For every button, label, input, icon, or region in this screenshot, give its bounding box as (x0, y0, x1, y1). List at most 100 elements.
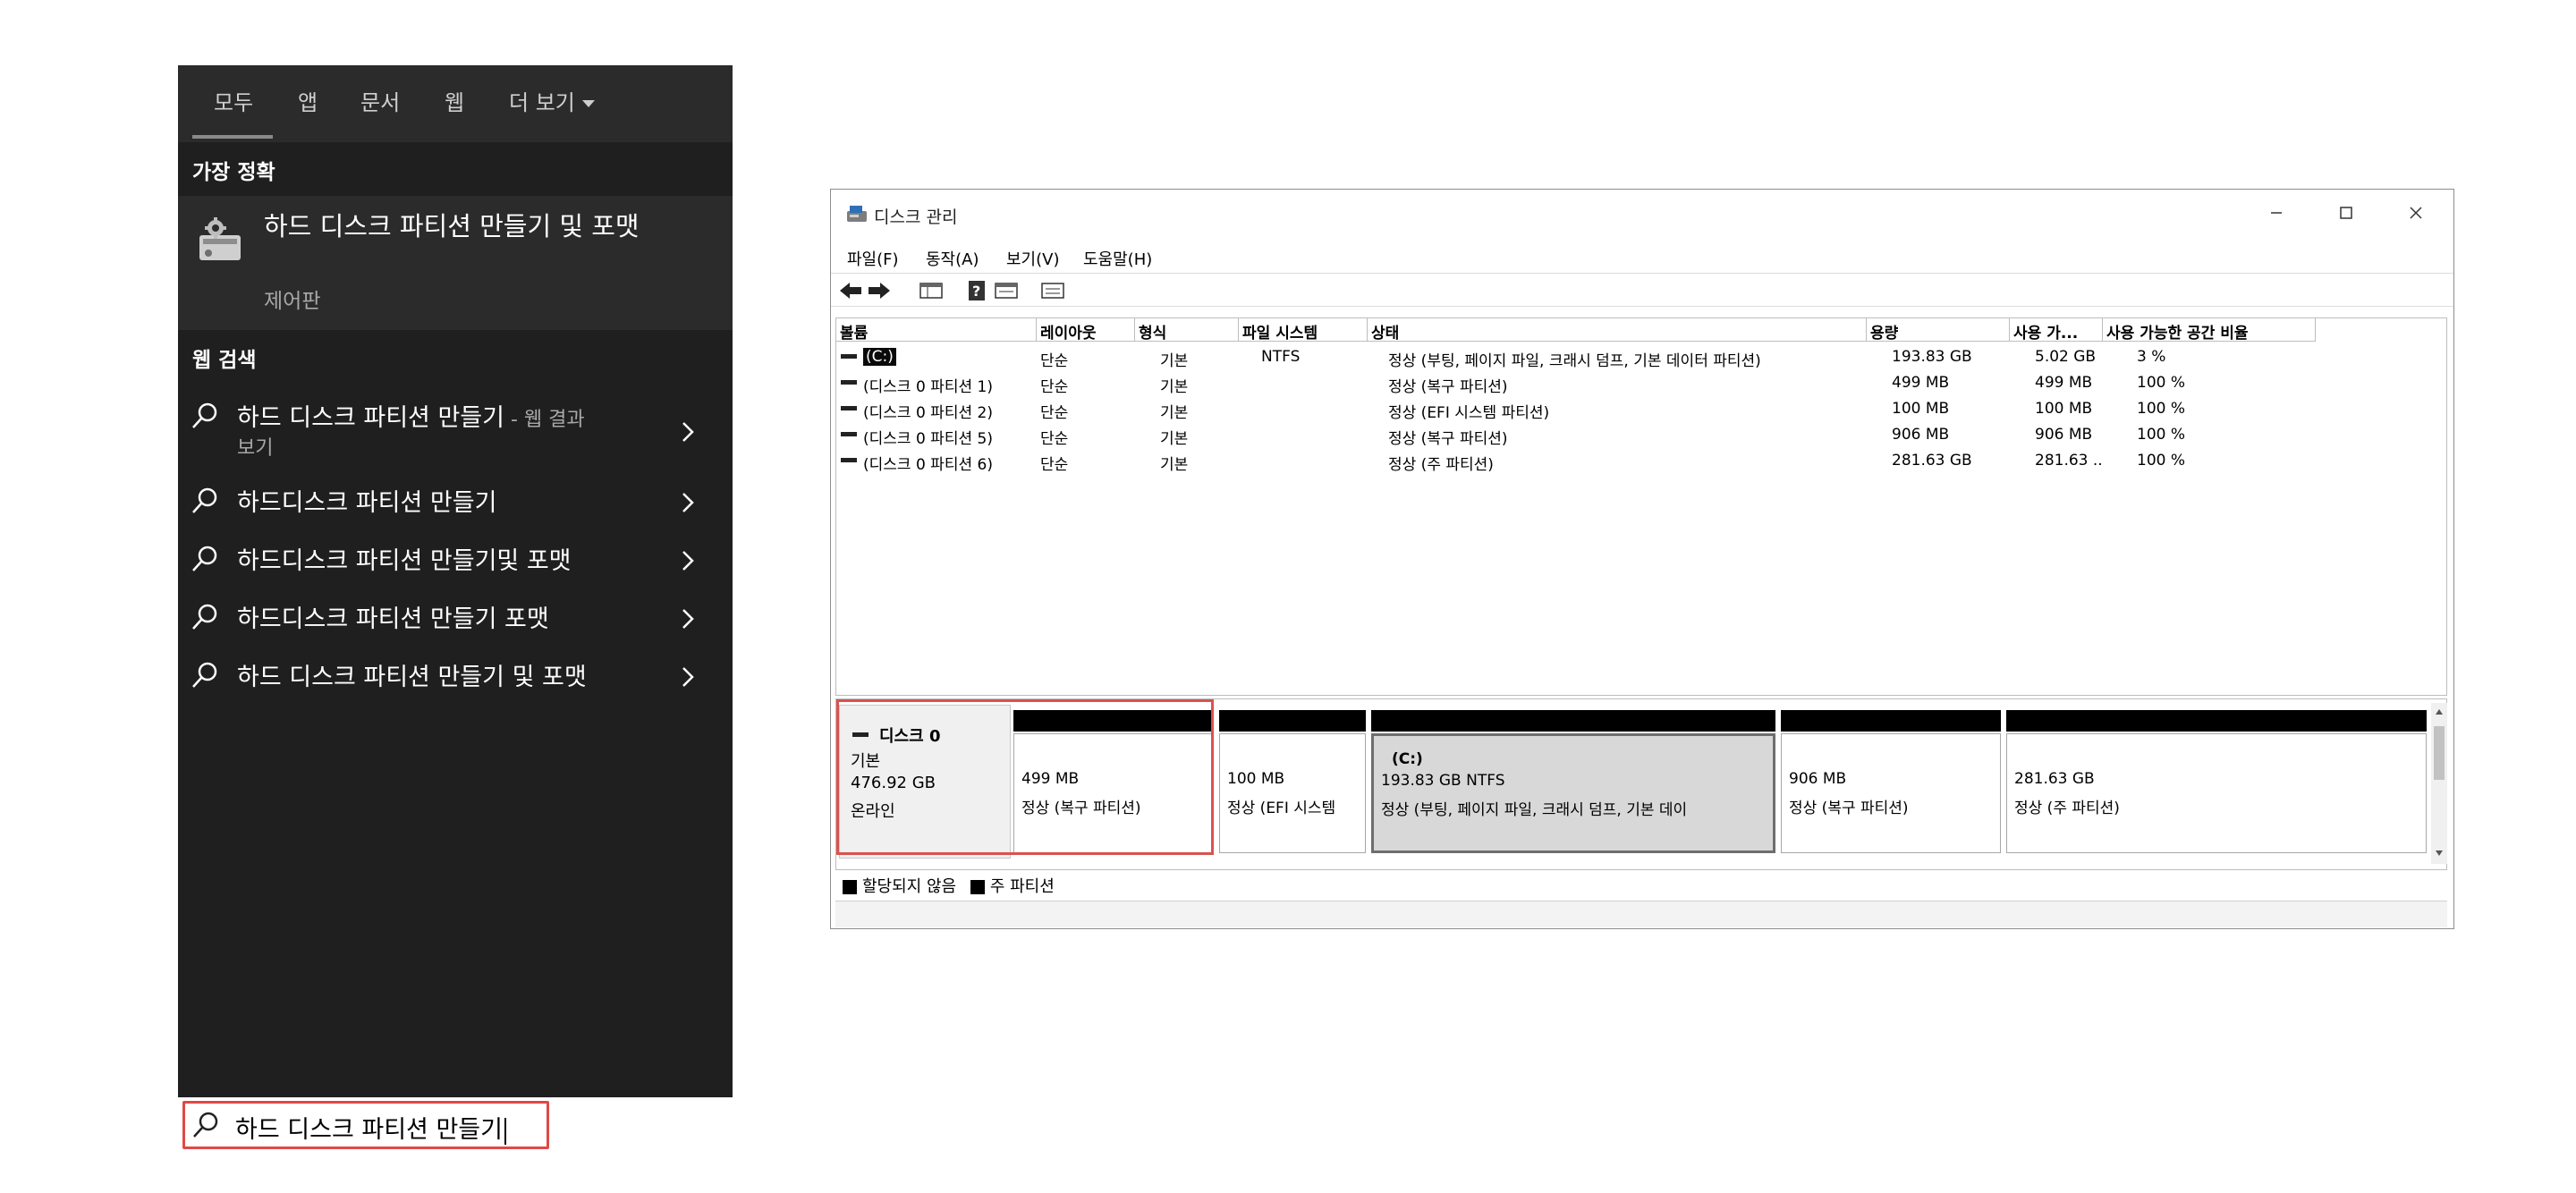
web-search-header: 웹 검색 (192, 349, 257, 372)
volume-free-space: 281.63 ... (2035, 452, 2101, 470)
scroll-up-icon[interactable] (2435, 708, 2444, 715)
search-icon (193, 1112, 218, 1138)
volume-row[interactable]: (디스크 0 파티션 6) 단순 기본 정상 (주 파티션) 281.63 GB… (836, 447, 2446, 474)
volume-percent-free: 3 % (2137, 348, 2166, 366)
minimize-icon[interactable] (2258, 197, 2294, 229)
web-result-suffix: - 웹 결과 (504, 409, 585, 431)
window-title: 디스크 관리 (874, 207, 958, 227)
disk-0-label[interactable]: 디스크 0 기본 476.92 GB 온라인 (839, 705, 1011, 859)
partition-c-drive[interactable]: (C:) 193.83 GB NTFS 정상 (부팅, 페이지 파일, 크래시 … (1371, 710, 1775, 853)
volume-percent-free: 100 % (2137, 452, 2186, 470)
partition-body: 499 MB 정상 (복구 파티션) (1013, 733, 1214, 853)
column-header-free-space[interactable]: 사용 가... (2010, 318, 2103, 342)
web-result-text: 하드 디스크 파티션 만들기 - 웹 결과 (237, 398, 585, 433)
partition-header-bar (2006, 710, 2427, 732)
volume-free-space: 100 MB (2035, 400, 2093, 418)
chevron-right-icon (682, 422, 694, 442)
menu-action[interactable]: 동작(A) (926, 247, 979, 270)
volume-icon (841, 354, 857, 359)
scroll-down-icon[interactable] (2435, 850, 2444, 857)
column-header-capacity[interactable]: 용량 (1867, 318, 2010, 342)
disk-management-icon (199, 217, 241, 260)
best-match-result[interactable]: 하드 디스크 파티션 만들기 및 포맷 제어판 (178, 196, 733, 330)
disk-state: 온라인 (851, 802, 895, 821)
volume-row[interactable]: (디스크 0 파티션 1) 단순 기본 정상 (복구 파티션) 499 MB 4… (836, 369, 2446, 396)
menu-help[interactable]: 도움말(H) (1083, 247, 1152, 270)
volume-free-space: 5.02 GB (2035, 348, 2097, 366)
title-bar[interactable]: 디스크 관리 (831, 190, 2453, 236)
tab-documents[interactable]: 문서 (360, 85, 400, 116)
partition-recovery-1[interactable]: 499 MB 정상 (복구 파티션) (1013, 710, 1214, 853)
web-result-3[interactable]: 하드디스크 파티션 만들기및 포맷 (178, 534, 733, 588)
partition-header-bar (1219, 710, 1366, 732)
column-header-percent-free[interactable]: 사용 가능한 공간 비율 (2103, 318, 2316, 342)
maximize-icon[interactable] (2328, 197, 2364, 229)
volume-filesystem: NTFS (1261, 348, 1301, 366)
column-header-layout[interactable]: 레이아웃 (1037, 318, 1135, 342)
web-result-2[interactable]: 하드디스크 파티션 만들기 (178, 476, 733, 529)
volume-row[interactable]: (C:) 단순 기본 NTFS 정상 (부팅, 페이지 파일, 크래시 덤프, … (836, 343, 2446, 370)
legend-swatch-primary (970, 880, 985, 894)
legend-items: 할당되지 않음 주 파티션 (843, 874, 1055, 897)
tab-web[interactable]: 웹 (445, 85, 464, 116)
menu-file[interactable]: 파일(F) (847, 247, 899, 270)
disk-type: 기본 (851, 752, 881, 771)
volume-capacity: 100 MB (1892, 400, 1950, 418)
column-header-filesystem[interactable]: 파일 시스템 (1239, 318, 1368, 342)
partition-status: 정상 (복구 파티션) (1789, 800, 1909, 817)
column-header-type[interactable]: 형식 (1135, 318, 1239, 342)
vertical-scrollbar[interactable] (2431, 703, 2447, 864)
partition-size: 100 MB (1227, 770, 1285, 788)
menu-view[interactable]: 보기(V) (1006, 247, 1059, 270)
volume-type: 기본 (1160, 430, 1189, 448)
chevron-down-icon (581, 100, 595, 107)
partition-recovery-5[interactable]: 906 MB 정상 (복구 파티션) (1781, 710, 2001, 853)
partition-header-bar (1371, 710, 1775, 732)
search-query-text: 하드 디스크 파티션 만들기 (235, 1110, 506, 1145)
web-result-1[interactable]: 하드 디스크 파티션 만들기 - 웹 결과 보기 (178, 391, 733, 460)
disk-size: 476.92 GB (851, 774, 936, 792)
show-hide-tree-icon[interactable] (919, 279, 944, 302)
volume-list: 볼륨 레이아웃 형식 파일 시스템 상태 용량 사용 가... 사용 가능한 공… (835, 317, 2447, 696)
svg-text:?: ? (972, 283, 980, 300)
partition-body: 100 MB 정상 (EFI 시스템 (1219, 733, 1366, 853)
list-view-icon[interactable] (1040, 279, 1065, 302)
back-arrow-icon[interactable] (838, 279, 863, 302)
disk-icon (852, 732, 869, 737)
chevron-right-icon (682, 551, 694, 571)
forward-arrow-icon[interactable] (867, 279, 892, 302)
partition-header-bar (1013, 710, 1214, 732)
close-icon[interactable] (2398, 197, 2434, 229)
partition-primary-6[interactable]: 281.63 GB 정상 (주 파티션) (2006, 710, 2427, 853)
chevron-right-icon (682, 609, 694, 629)
search-input[interactable]: 하드 디스크 파티션 만들기 (178, 1097, 733, 1155)
volume-type: 기본 (1160, 404, 1189, 422)
search-icon (192, 546, 217, 571)
properties-icon[interactable] (994, 279, 1019, 302)
volume-row[interactable]: (디스크 0 파티션 2) 단순 기본 정상 (EFI 시스템 파티션) 100… (836, 395, 2446, 422)
volume-capacity: 906 MB (1892, 426, 1950, 444)
volume-row[interactable]: (디스크 0 파티션 5) 단순 기본 정상 (복구 파티션) 906 MB 9… (836, 421, 2446, 448)
web-result-4[interactable]: 하드디스크 파티션 만들기 포맷 (178, 592, 733, 646)
disk-name: 디스크 0 (879, 727, 941, 746)
partition-efi[interactable]: 100 MB 정상 (EFI 시스템 (1219, 710, 1366, 853)
volume-name: (디스크 0 파티션 6) (863, 456, 993, 474)
tab-all[interactable]: 모두 (214, 85, 253, 116)
column-header-volume[interactable]: 볼륨 (836, 318, 1037, 342)
volume-name: (C:) (863, 348, 1033, 366)
partition-status: 정상 (주 파티션) (2014, 800, 2120, 817)
scrollbar-thumb[interactable] (2434, 726, 2445, 780)
best-match-title: 하드 디스크 파티션 만들기 및 포맷 (264, 211, 640, 241)
volume-icon (841, 406, 857, 410)
column-header-status[interactable]: 상태 (1368, 318, 1867, 342)
volume-layout: 단순 (1040, 352, 1069, 370)
volume-capacity: 499 MB (1892, 374, 1950, 392)
tab-more[interactable]: 더 보기 (509, 85, 595, 116)
help-icon[interactable]: ? (965, 279, 990, 302)
start-search-panel: 모두 앱 문서 웹 더 보기 가장 정확 하드 디스크 파티션 만들기 및 포맷… (178, 65, 733, 1155)
volume-layout: 단순 (1040, 404, 1069, 422)
web-result-query: 하드디스크 파티션 만들기 (237, 489, 497, 517)
volume-percent-free: 100 % (2137, 426, 2186, 444)
web-result-5[interactable]: 하드 디스크 파티션 만들기 및 포맷 (178, 650, 733, 704)
tab-apps[interactable]: 앱 (298, 85, 318, 116)
